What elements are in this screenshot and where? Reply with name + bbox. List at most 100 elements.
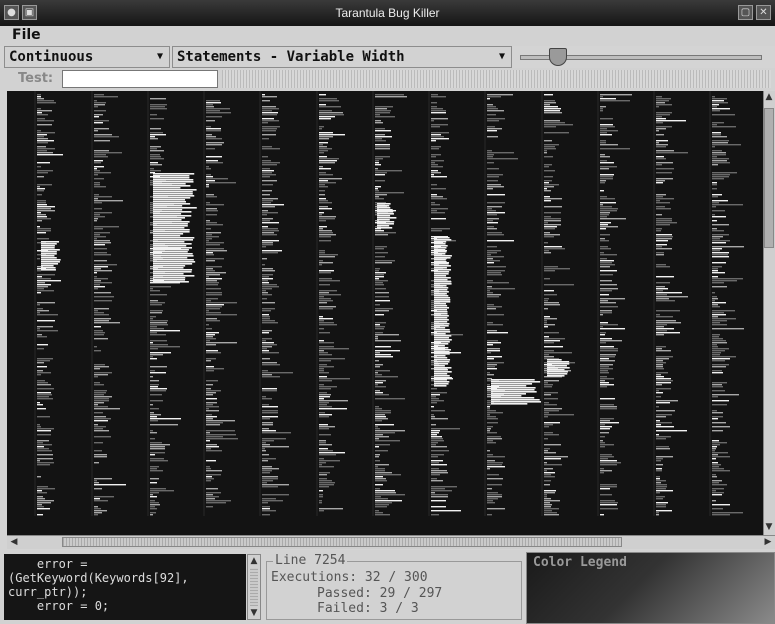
code-line-mark bbox=[262, 444, 270, 446]
color-legend[interactable]: Color Legend bbox=[526, 552, 775, 624]
slider-thumb[interactable] bbox=[549, 48, 567, 66]
mode-select[interactable]: Continuous ▼ bbox=[4, 46, 170, 68]
code-line-mark bbox=[544, 164, 552, 166]
code-line-mark bbox=[600, 364, 613, 366]
code-line-mark bbox=[319, 220, 326, 222]
code-line-mark bbox=[544, 434, 559, 436]
code-line-mark bbox=[262, 322, 278, 324]
code-line-mark bbox=[656, 388, 671, 390]
code-line-mark bbox=[206, 422, 223, 424]
code-line-mark bbox=[656, 314, 660, 316]
code-line-mark bbox=[319, 184, 325, 186]
code-line-mark bbox=[319, 138, 329, 140]
code-line-mark bbox=[319, 152, 324, 154]
code-line-mark bbox=[712, 314, 726, 316]
code-line-mark bbox=[487, 342, 501, 344]
code-line-mark bbox=[206, 270, 215, 272]
code-line-mark bbox=[656, 498, 663, 500]
code-line-mark bbox=[206, 302, 237, 304]
code-line-mark bbox=[544, 432, 553, 434]
code-line-mark bbox=[431, 132, 449, 134]
code-line-mark bbox=[544, 110, 560, 112]
code-line-mark bbox=[153, 243, 192, 245]
source-scrollbar[interactable]: ▲ ▼ bbox=[247, 554, 261, 620]
code-line-mark bbox=[487, 94, 513, 96]
code-line-mark bbox=[491, 389, 535, 391]
source-code-view[interactable]: error = (GetKeyword(Keywords[92], curr_ptr… bbox=[4, 554, 246, 620]
code-map-canvas[interactable] bbox=[7, 91, 763, 535]
code-line-mark bbox=[712, 224, 729, 226]
code-line-mark bbox=[319, 508, 343, 510]
code-line-mark bbox=[712, 106, 717, 108]
vertical-scroll-thumb[interactable] bbox=[764, 108, 774, 248]
code-line-mark bbox=[431, 460, 443, 462]
code-line-mark bbox=[94, 162, 101, 164]
code-line-mark bbox=[262, 138, 269, 140]
menu-file[interactable]: File bbox=[12, 27, 41, 43]
code-line-mark bbox=[712, 466, 719, 468]
code-line-mark bbox=[150, 104, 167, 106]
code-line-mark bbox=[434, 287, 449, 289]
code-line-mark bbox=[319, 496, 323, 498]
code-line-mark bbox=[656, 358, 669, 360]
code-line-mark bbox=[319, 404, 327, 406]
code-line-mark bbox=[431, 164, 438, 166]
code-line-mark bbox=[434, 363, 449, 365]
view-select[interactable]: Statements - Variable Width ▼ bbox=[172, 46, 512, 68]
code-line-mark bbox=[487, 186, 504, 188]
test-input[interactable] bbox=[62, 70, 218, 88]
code-line-mark bbox=[600, 372, 609, 374]
code-line-mark bbox=[94, 226, 119, 228]
scroll-left-icon[interactable]: ◀ bbox=[9, 537, 19, 547]
code-line-mark bbox=[547, 359, 562, 361]
code-line-mark bbox=[544, 416, 548, 418]
code-line-mark bbox=[37, 148, 55, 150]
menu-bar: File bbox=[0, 26, 775, 46]
code-line-mark bbox=[600, 132, 607, 134]
code-line-mark bbox=[94, 488, 102, 490]
code-line-mark bbox=[656, 126, 672, 128]
code-line-mark bbox=[600, 360, 615, 362]
code-line-mark bbox=[656, 246, 662, 248]
code-line-mark bbox=[487, 404, 491, 406]
code-line-mark bbox=[712, 200, 728, 202]
code-line-mark bbox=[600, 456, 614, 458]
code-line-mark bbox=[712, 350, 725, 352]
code-line-mark bbox=[37, 320, 55, 322]
code-line-mark bbox=[487, 282, 509, 284]
code-line-mark bbox=[600, 126, 615, 128]
code-line-mark bbox=[487, 356, 502, 358]
code-line-mark bbox=[262, 278, 273, 280]
scroll-up-icon[interactable]: ▲ bbox=[764, 92, 774, 102]
maximize-icon[interactable]: ▢ bbox=[738, 5, 753, 20]
code-line-mark bbox=[262, 506, 270, 508]
code-line-mark bbox=[41, 241, 60, 243]
code-line-mark bbox=[600, 294, 609, 296]
code-line-mark bbox=[375, 170, 402, 172]
code-line-mark bbox=[153, 267, 184, 269]
code-line-mark bbox=[431, 488, 445, 490]
test-results-strip[interactable] bbox=[222, 70, 771, 88]
close-icon[interactable]: ✕ bbox=[756, 5, 771, 20]
code-line-mark bbox=[656, 144, 668, 146]
code-line-mark bbox=[491, 399, 540, 401]
scroll-down-icon[interactable]: ▼ bbox=[248, 608, 260, 618]
code-line-mark bbox=[656, 104, 672, 106]
code-line-mark bbox=[712, 382, 727, 384]
scroll-right-icon[interactable]: ▶ bbox=[763, 537, 773, 547]
code-line-mark bbox=[94, 208, 102, 210]
code-line-mark bbox=[41, 259, 61, 261]
code-line-mark bbox=[262, 388, 277, 390]
code-line-mark bbox=[656, 222, 677, 224]
scroll-up-icon[interactable]: ▲ bbox=[248, 556, 260, 566]
code-line-mark bbox=[37, 134, 47, 136]
horizontal-scroll-thumb[interactable] bbox=[62, 537, 622, 547]
code-line-mark bbox=[319, 234, 336, 236]
code-line-mark bbox=[262, 170, 274, 172]
code-line-mark bbox=[94, 396, 112, 398]
scroll-down-icon[interactable]: ▼ bbox=[764, 522, 774, 532]
code-line-mark bbox=[712, 418, 718, 420]
code-line-mark bbox=[375, 110, 391, 112]
source-scroll-thumb[interactable] bbox=[250, 568, 258, 606]
code-line-mark bbox=[375, 490, 395, 492]
